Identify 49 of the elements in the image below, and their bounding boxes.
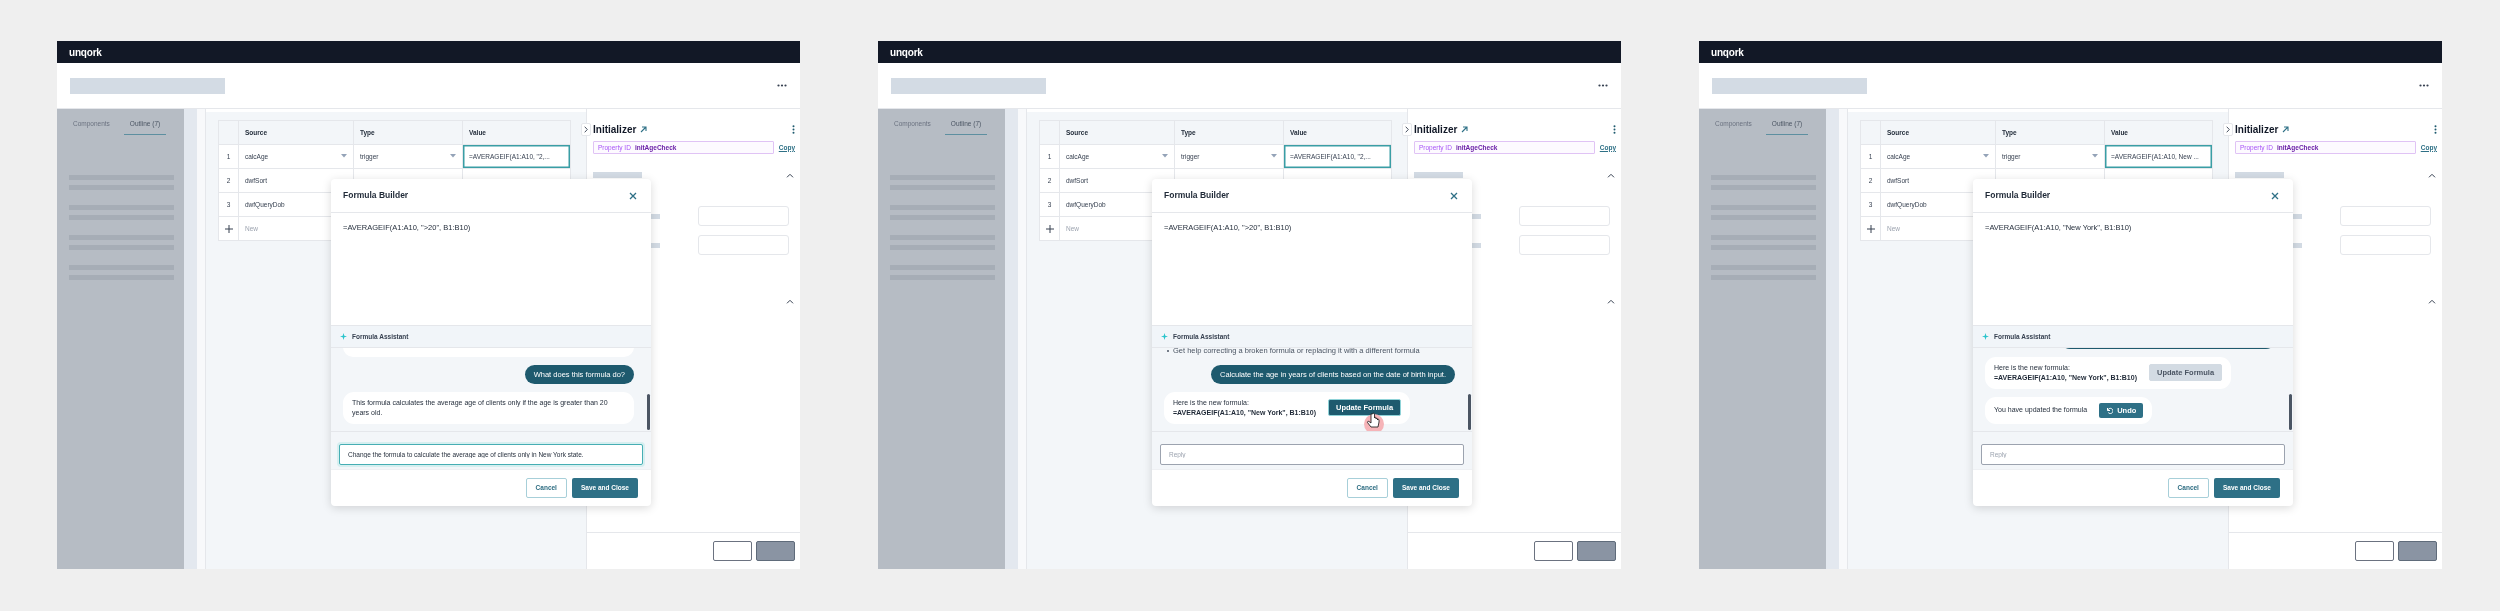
caret-icon[interactable] <box>2092 153 2098 158</box>
kebab-icon[interactable] <box>792 124 795 134</box>
blank-button[interactable] <box>713 541 752 561</box>
logo: unqork <box>890 45 923 60</box>
arrow-up-right-icon[interactable] <box>1461 125 1469 133</box>
chevron-up-icon[interactable] <box>1607 299 1615 304</box>
sparkle-icon <box>340 333 347 340</box>
blank-button[interactable] <box>2355 541 2394 561</box>
plus-icon[interactable] <box>1045 224 1054 233</box>
chevron-up-icon[interactable] <box>786 172 794 178</box>
logo: unqork <box>1711 45 1744 60</box>
logo: unqork <box>69 45 102 60</box>
arrow-up-right-icon[interactable] <box>2282 125 2290 133</box>
arrow-up-right-icon[interactable] <box>640 125 648 133</box>
input-field[interactable] <box>1519 206 1610 226</box>
more-icon[interactable] <box>2419 84 2429 87</box>
caret-icon[interactable] <box>1162 153 1168 158</box>
chevron-up-icon[interactable] <box>1607 172 1615 178</box>
scrollbar[interactable] <box>2289 394 2292 430</box>
chevron-up-icon[interactable] <box>786 299 794 304</box>
input-field[interactable] <box>2340 235 2431 255</box>
more-icon[interactable] <box>1598 84 1608 87</box>
undo-icon <box>2106 407 2114 414</box>
input-field[interactable] <box>698 235 789 255</box>
scrollbar[interactable] <box>647 394 650 430</box>
blank-button[interactable] <box>1534 541 1573 561</box>
panel-title: Initializer <box>1414 122 1458 137</box>
close-icon[interactable] <box>1450 191 1458 200</box>
more-icon[interactable] <box>777 84 787 87</box>
caret-icon[interactable] <box>1983 153 1989 158</box>
close-icon[interactable] <box>2271 191 2279 200</box>
kebab-icon[interactable] <box>1613 124 1616 134</box>
chevron-up-icon[interactable] <box>2428 172 2436 178</box>
close-icon[interactable] <box>629 191 637 200</box>
sparkle-icon <box>1982 333 1989 340</box>
panel-title: Initializer <box>593 122 637 137</box>
plus-icon[interactable] <box>224 224 233 233</box>
input-field[interactable] <box>698 206 789 226</box>
plus-icon[interactable] <box>1866 224 1875 233</box>
kebab-icon[interactable] <box>2434 124 2437 134</box>
caret-icon[interactable] <box>450 153 456 158</box>
sparkle-icon <box>1161 333 1168 340</box>
scrollbar[interactable] <box>1468 394 1471 430</box>
input-field[interactable] <box>1519 235 1610 255</box>
chevron-up-icon[interactable] <box>2428 299 2436 304</box>
caret-icon[interactable] <box>1271 153 1277 158</box>
caret-icon[interactable] <box>341 153 347 158</box>
input-field[interactable] <box>2340 206 2431 226</box>
panel-title: Initializer <box>2235 122 2279 137</box>
